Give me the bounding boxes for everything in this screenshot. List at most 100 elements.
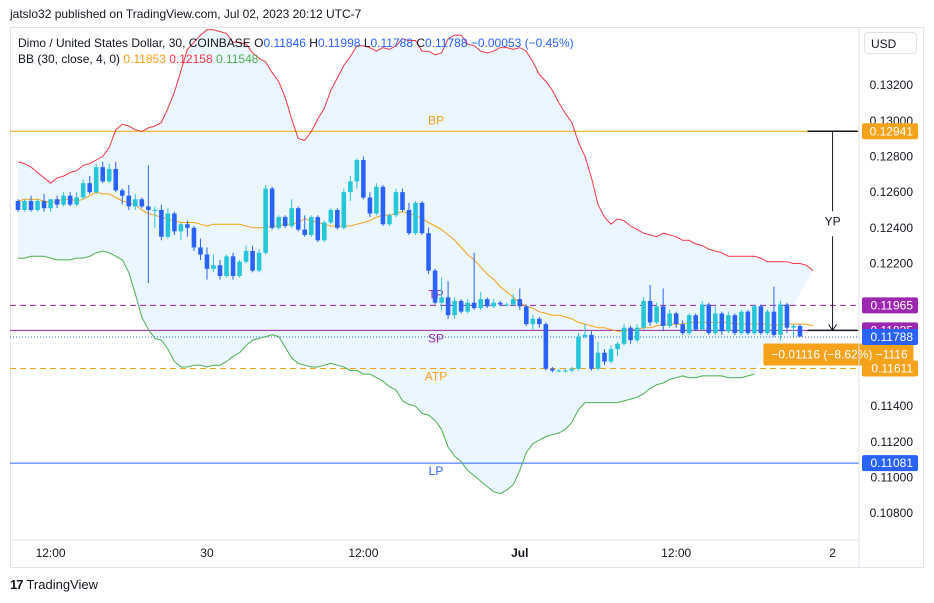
candle-body	[289, 208, 294, 227]
high-value: 0.11998	[317, 36, 361, 50]
candle	[543, 322, 549, 371]
candle-body	[732, 315, 738, 334]
candle-body	[419, 202, 425, 234]
candle-body	[106, 168, 112, 182]
candle-body	[765, 311, 770, 334]
candle-body	[556, 370, 562, 372]
candle-body	[276, 217, 281, 228]
candle	[22, 199, 27, 212]
candle-body	[497, 302, 503, 305]
candle-body	[517, 299, 523, 307]
y-tick-label: 0.12200	[870, 256, 914, 270]
candle-body	[230, 256, 236, 276]
candle	[322, 220, 327, 243]
candle-body	[119, 190, 125, 196]
candle-body	[582, 334, 588, 337]
candle-body	[400, 192, 405, 210]
y-tick-label: 0.13200	[870, 78, 914, 92]
candle-body	[302, 229, 308, 235]
candle-body	[80, 183, 86, 198]
high-label: H	[309, 36, 318, 50]
symbol-title[interactable]: Dimo / United States Dollar, 30, COINBAS…	[18, 36, 251, 50]
hline-label-atp: ATP	[425, 370, 447, 384]
candle-body	[341, 192, 347, 228]
candle-body	[660, 306, 666, 326]
candle-body	[172, 213, 177, 232]
bb-basis-value: 0.11853	[123, 52, 166, 66]
candle-body	[113, 168, 119, 191]
candle-body	[673, 313, 679, 325]
candle-body	[243, 250, 249, 262]
candle-body	[569, 368, 575, 371]
candle-body	[165, 213, 171, 237]
candle-body	[28, 201, 34, 210]
candle	[328, 208, 334, 225]
candle-body	[237, 261, 242, 276]
range-badge-text: −0.01116 (−8.62%) −1116	[771, 348, 908, 362]
candle	[374, 183, 379, 216]
candle-body	[465, 302, 470, 312]
candle-body	[791, 325, 796, 328]
candle-body	[621, 327, 627, 344]
candle-body	[380, 186, 386, 225]
candle-body	[152, 209, 158, 211]
candle	[308, 215, 314, 237]
candle-body	[133, 199, 138, 207]
y-tick-label: 0.11200	[871, 435, 914, 449]
low-label: L	[363, 36, 371, 50]
candle-body	[615, 343, 620, 350]
candle-body	[87, 183, 92, 193]
tradingview-logo-icon: 17	[10, 577, 24, 592]
candle-body	[693, 315, 699, 330]
candle	[752, 304, 757, 335]
candle-body	[784, 304, 790, 328]
candle-body	[491, 302, 496, 307]
candle	[191, 226, 197, 251]
candle-body	[739, 311, 744, 334]
candle-body	[367, 197, 373, 214]
candle	[387, 213, 392, 227]
candle-body	[185, 224, 190, 228]
price-chart[interactable]: BPTPSPATPLPYP−0.01116 (−8.62%) −1116FP0.…	[0, 0, 934, 603]
candle	[269, 186, 275, 230]
candle-body	[126, 195, 132, 207]
measure-label: YP	[825, 214, 841, 228]
y-tick-label: 0.12800	[870, 149, 914, 163]
candle-body	[589, 334, 594, 369]
candle-body	[48, 199, 53, 209]
candle-body	[771, 311, 777, 335]
candle	[693, 313, 699, 332]
bb-title[interactable]: BB (30, close, 4, 0)	[18, 52, 120, 66]
currency-button[interactable]: USD	[864, 32, 917, 54]
bb-lower-value: 0.11548	[215, 52, 259, 66]
candle-body	[439, 297, 444, 303]
candle-body	[445, 297, 451, 316]
candle	[419, 201, 425, 235]
candle-body	[719, 313, 725, 332]
candle	[224, 254, 229, 278]
chart-legend: Dimo / United States Dollar, 30, COINBAS…	[18, 35, 574, 67]
candle-body	[713, 313, 718, 334]
candle	[282, 215, 288, 228]
candle-body	[387, 215, 392, 225]
change-value: −0.00053 (−0.45%)	[470, 36, 574, 50]
candle-body	[335, 209, 340, 228]
candle	[15, 199, 21, 212]
candle-body	[510, 299, 516, 305]
candle-body	[15, 201, 21, 210]
price-label-text: 0.11788	[871, 330, 914, 344]
candle-body	[354, 160, 360, 182]
candle-body	[328, 209, 334, 223]
candle-body	[308, 217, 314, 235]
hline-label-sp: SP	[428, 331, 444, 345]
candle-body	[374, 186, 379, 214]
candle-body	[54, 199, 60, 205]
candle-body	[602, 352, 607, 362]
candle-body	[211, 265, 216, 269]
candle-body	[452, 300, 457, 316]
candle-body	[576, 336, 581, 369]
candle-body	[530, 318, 536, 325]
candle-body	[256, 252, 262, 271]
candle	[295, 206, 301, 232]
candle-body	[413, 202, 418, 234]
